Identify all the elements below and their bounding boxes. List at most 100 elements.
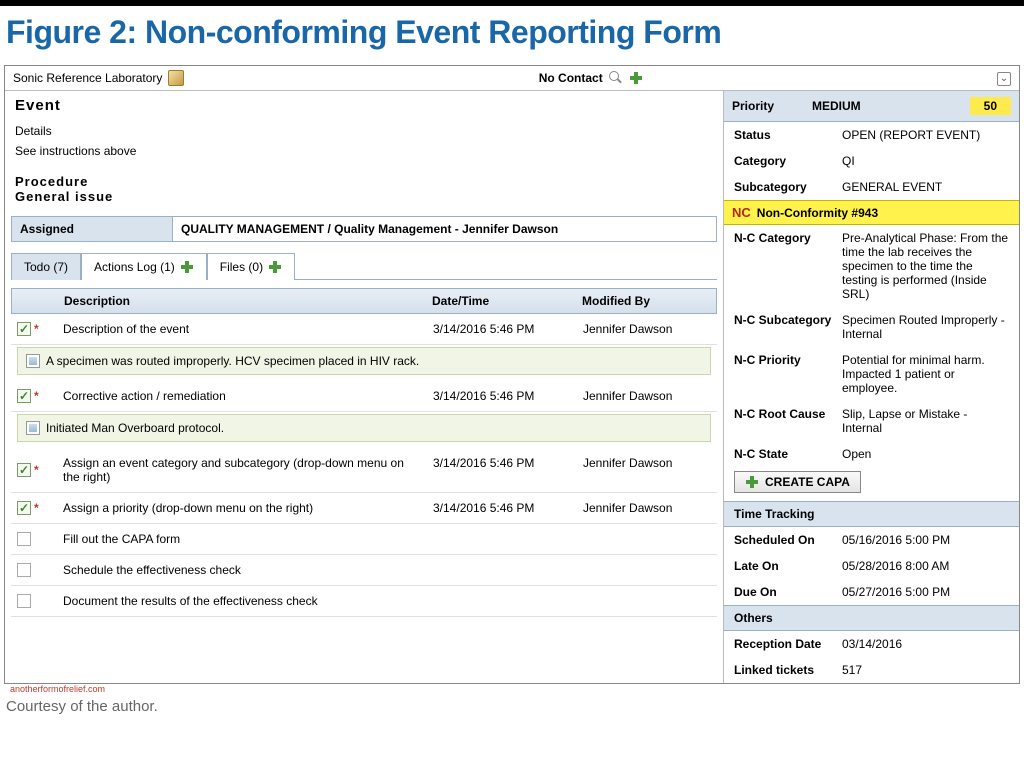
cell-mod: Jennifer Dawson [577,452,717,488]
note-box: Initiated Man Overboard protocol. [17,414,711,442]
nc-bar: NC Non-Conformity #943 [724,200,1019,225]
details-text: See instructions above [5,142,723,168]
priority-level: MEDIUM [812,99,970,113]
checkbox-icon[interactable] [17,563,31,577]
nc-category-label: N-C Category [734,231,842,245]
cell-desc: Assign an event category and subcategory… [57,452,427,488]
status-value: OPEN (REPORT EVENT) [842,128,1009,142]
cell-date: 3/14/2016 5:46 PM [427,497,577,519]
org-doc-icon[interactable] [168,70,184,86]
late-value: 05/28/2016 8:00 AM [842,559,1009,573]
cell-mod: Jennifer Dawson [577,497,717,519]
nc-state-label: N-C State [734,447,842,461]
note-text: A specimen was routed improperly. HCV sp… [46,354,419,368]
required-star-icon: * [34,463,39,477]
tabs-row: Todo (7) Actions Log (1) Files (0) [11,252,717,280]
checkbox-icon[interactable] [17,532,31,546]
nc-priority-value: Potential for minimal harm. Impacted 1 p… [842,353,1009,395]
priority-number: 50 [970,97,1011,115]
category-label: Category [734,154,842,168]
right-column: Priority MEDIUM 50 StatusOPEN (REPORT EV… [724,91,1019,683]
checkbox-icon[interactable] [17,463,31,477]
required-star-icon: * [34,501,39,515]
assigned-value: QUALITY MANAGEMENT / Quality Management … [172,217,716,241]
checkbox-icon[interactable] [17,594,31,608]
table-row: Fill out the CAPA form [11,524,717,555]
due-value: 05/27/2016 5:00 PM [842,585,1009,599]
tab-files[interactable]: Files (0) [207,253,295,280]
col-description[interactable]: Description [58,289,426,313]
nc-rootcause-label: N-C Root Cause [734,407,842,421]
required-star-icon: * [34,322,39,336]
nc-subcategory-label: N-C Subcategory [734,313,842,327]
table-row: Schedule the effectiveness check [11,555,717,586]
scheduled-label: Scheduled On [734,533,842,547]
expand-chevrons-icon[interactable]: ⌄ [997,72,1011,86]
due-label: Due On [734,585,842,599]
nc-state-value: Open [842,447,1009,461]
add-contact-icon[interactable] [629,71,643,85]
priority-label: Priority [732,99,812,113]
note-icon [26,421,40,435]
table-header: Description Date/Time Modified By [11,288,717,314]
left-column: Event Details See instructions above Pro… [5,91,724,683]
reception-label: Reception Date [734,637,842,651]
others-header: Others [724,605,1019,631]
checkbox-icon[interactable] [17,501,31,515]
assigned-bar: Assigned QUALITY MANAGEMENT / Quality Ma… [11,216,717,242]
create-capa-button[interactable]: CREATE CAPA [734,471,861,493]
status-label: Status [734,128,842,142]
checkbox-icon[interactable] [17,322,31,336]
cell-desc: Schedule the effectiveness check [57,559,427,581]
nc-rootcause-value: Slip, Lapse or Mistake - Internal [842,407,1009,435]
subcategory-label: Subcategory [734,180,842,194]
note-icon [26,354,40,368]
table-row: Document the results of the effectivenes… [11,586,717,617]
nc-subcategory-value: Specimen Routed Improperly - Internal [842,313,1009,341]
cell-mod: Jennifer Dawson [577,385,717,407]
event-heading: Event [15,97,713,114]
cell-desc: Document the results of the effectivenes… [57,590,427,612]
search-icon[interactable] [609,71,623,85]
table-row: * Assign a priority (drop-down menu on t… [11,493,717,524]
create-capa-label: CREATE CAPA [765,475,850,489]
tab-files-label: Files (0) [220,260,263,274]
header-bar: Sonic Reference Laboratory No Contact ⌄ [5,66,1019,91]
procedure-label: Procedure [15,174,713,189]
cell-date: 3/14/2016 5:46 PM [427,385,577,407]
figure-title: Figure 2: Non-conforming Event Reporting… [0,6,1024,65]
nc-title: Non-Conformity #943 [757,206,878,220]
plus-icon[interactable] [180,260,194,274]
details-label: Details [5,120,723,142]
contact-label: No Contact [539,71,603,85]
table-row: * Corrective action / remediation 3/14/2… [11,381,717,412]
cell-date: 3/14/2016 5:46 PM [427,318,577,340]
tab-actions-log[interactable]: Actions Log (1) [81,253,207,280]
footer-credit: Courtesy of the author. [0,694,1024,719]
col-modified-by[interactable]: Modified By [576,289,716,313]
category-value: QI [842,154,1009,168]
tab-actions-label: Actions Log (1) [94,260,175,274]
cell-desc: Description of the event [57,318,427,340]
todo-table: Description Date/Time Modified By * Desc… [11,288,717,617]
plus-icon [745,475,759,489]
cell-date: 3/14/2016 5:46 PM [427,452,577,488]
nc-category-value: Pre-Analytical Phase: From the time the … [842,231,1009,301]
linked-label: Linked tickets [734,663,842,677]
col-datetime[interactable]: Date/Time [426,289,576,313]
org-name: Sonic Reference Laboratory [13,71,162,85]
table-row: * Description of the event 3/14/2016 5:4… [11,314,717,345]
table-row: * Assign an event category and subcatego… [11,448,717,493]
assigned-label: Assigned [12,217,172,241]
checkbox-icon[interactable] [17,389,31,403]
cell-mod: Jennifer Dawson [577,318,717,340]
cell-desc: Fill out the CAPA form [57,528,427,550]
time-tracking-header: Time Tracking [724,501,1019,527]
required-star-icon: * [34,389,39,403]
plus-icon[interactable] [268,260,282,274]
cell-desc: Assign a priority (drop-down menu on the… [57,497,427,519]
tab-todo[interactable]: Todo (7) [11,253,81,280]
late-label: Late On [734,559,842,573]
scheduled-value: 05/16/2016 5:00 PM [842,533,1009,547]
subcategory-value: GENERAL EVENT [842,180,1009,194]
